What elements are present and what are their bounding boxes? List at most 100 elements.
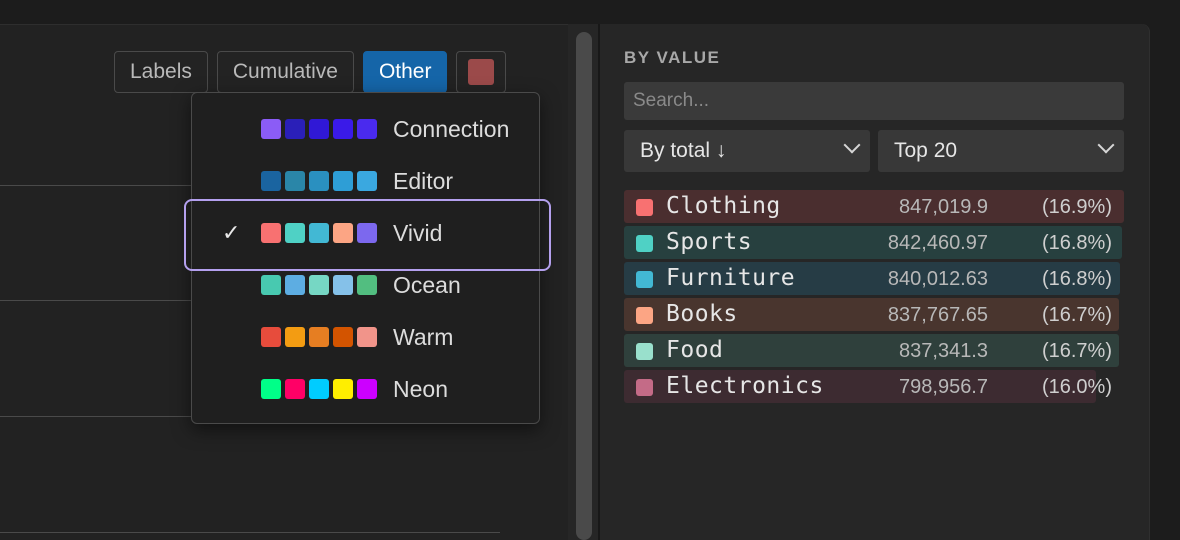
- chart-gridline: [0, 532, 500, 533]
- palette-option-label: Connection: [393, 115, 510, 142]
- color-swatch-icon: [309, 171, 329, 191]
- palette-option-vivid[interactable]: ✓ Vivid: [184, 199, 551, 271]
- palette-option-editor[interactable]: Editor: [192, 155, 539, 207]
- list-item-percent: (16.7%): [1041, 304, 1112, 326]
- limit-select-value: Top 20: [894, 139, 958, 162]
- list-item-value: 798,956.7: [899, 376, 988, 398]
- list-item-percent: (16.9%): [1041, 196, 1112, 218]
- color-swatch-icon: [261, 119, 281, 139]
- sort-select-value: By total ↓: [640, 139, 727, 162]
- palette-option-label: Neon: [393, 375, 448, 402]
- chart-gridline: [0, 416, 192, 417]
- list-item-value: 842,460.97: [887, 232, 988, 254]
- list-item-label: Electronics: [666, 373, 824, 399]
- list-item-value: 847,019.9: [899, 196, 988, 218]
- color-swatch-icon: [357, 327, 377, 347]
- color-swatch-icon: [309, 327, 329, 347]
- chart-gridline: [0, 185, 192, 186]
- color-swatch-icon: [261, 379, 281, 399]
- color-swatch-icon: [357, 275, 377, 295]
- list-item[interactable]: Sports 842,460.97 (16.8%): [624, 226, 1124, 259]
- list-item[interactable]: Clothing 847,019.9 (16.9%): [624, 190, 1124, 223]
- palette-swatches: [261, 327, 377, 347]
- color-swatch-icon: [333, 275, 353, 295]
- by-value-panel: BY VALUE By total ↓ Top 20 Clothing 847,0…: [600, 24, 1150, 540]
- check-icon: ✓: [222, 220, 241, 245]
- color-swatch-icon: [333, 379, 353, 399]
- list-item-percent: (16.8%): [1041, 232, 1112, 254]
- list-item-percent: (16.8%): [1041, 268, 1112, 290]
- chart-gridline: [0, 300, 192, 301]
- color-swatch-icon: [261, 275, 281, 295]
- color-swatch-icon: [261, 171, 281, 191]
- chevron-down-icon: [843, 136, 861, 154]
- color-swatch-icon: [261, 223, 281, 243]
- color-swatch-icon: [636, 271, 653, 288]
- color-swatch-icon: [333, 327, 353, 347]
- list-item-label: Food: [666, 337, 724, 363]
- palette-option-neon[interactable]: Neon: [192, 363, 539, 415]
- palette-option-label: Editor: [393, 167, 454, 194]
- color-swatch-icon: [285, 379, 305, 399]
- color-swatch-icon: [285, 223, 305, 243]
- list-item[interactable]: Furniture 840,012.63 (16.8%): [624, 262, 1124, 295]
- palette-option-ocean[interactable]: Ocean: [192, 259, 539, 311]
- color-swatch-icon: [357, 223, 377, 243]
- list-item-percent: (16.0%): [1041, 376, 1112, 398]
- color-swatch-icon: [285, 327, 305, 347]
- color-swatch-icon: [333, 223, 353, 243]
- color-swatch-icon: [309, 379, 329, 399]
- scrollbar-thumb[interactable]: [576, 32, 592, 540]
- color-swatch-icon: [285, 119, 305, 139]
- sort-select[interactable]: By total ↓: [624, 130, 870, 172]
- list-item[interactable]: Books 837,767.65 (16.7%): [624, 298, 1124, 331]
- color-swatch-icon: [285, 171, 305, 191]
- limit-select[interactable]: Top 20: [878, 130, 1124, 172]
- list-item[interactable]: Food 837,341.3 (16.7%): [624, 334, 1124, 367]
- color-swatch-icon: [333, 171, 353, 191]
- other-button[interactable]: Other: [362, 51, 448, 93]
- labels-button[interactable]: Labels: [114, 51, 208, 93]
- color-swatch-icon: [309, 275, 329, 295]
- palette-swatch-icon: [468, 59, 495, 85]
- list-item-value: 837,341.3: [899, 340, 988, 362]
- value-list: Clothing 847,019.9 (16.9%) Sports 842,460.9…: [624, 190, 1124, 406]
- palette-option-label: Vivid: [393, 219, 443, 246]
- list-item-value: 837,767.65: [887, 304, 988, 326]
- color-swatch-icon: [636, 235, 653, 252]
- palette-swatches: [261, 119, 377, 139]
- chevron-down-icon: [1097, 136, 1115, 154]
- list-item-label: Clothing: [666, 193, 781, 219]
- app-window: Labels Cumulative Other BY VALUE By tota…: [0, 0, 1180, 540]
- color-swatch-icon: [357, 171, 377, 191]
- list-item[interactable]: Electronics 798,956.7 (16.0%): [624, 370, 1124, 403]
- palette-option-warm[interactable]: Warm: [192, 311, 539, 363]
- search-input[interactable]: [624, 82, 1124, 120]
- palette-swatches: [261, 379, 377, 399]
- palette-button[interactable]: [456, 51, 507, 93]
- section-title: BY VALUE: [624, 48, 721, 67]
- palette-swatches: [261, 275, 377, 295]
- cumulative-button[interactable]: Cumulative: [216, 51, 354, 93]
- color-swatch-icon: [261, 327, 281, 347]
- color-swatch-icon: [636, 199, 653, 216]
- color-swatch-icon: [636, 343, 653, 360]
- list-item-value: 840,012.63: [887, 268, 988, 290]
- color-swatch-icon: [636, 307, 653, 324]
- palette-swatches: [261, 171, 377, 191]
- color-swatch-icon: [636, 379, 653, 396]
- color-swatch-icon: [357, 379, 377, 399]
- color-swatch-icon: [309, 223, 329, 243]
- palette-dropdown: Connection Editor ✓ Vivid Ocean Warm Neon: [184, 92, 551, 424]
- palette-option-connection[interactable]: Connection: [192, 103, 539, 155]
- color-swatch-icon: [285, 275, 305, 295]
- palette-swatches: [261, 223, 377, 243]
- list-item-label: Furniture: [666, 265, 796, 291]
- chart-toolbar: Labels Cumulative Other: [114, 51, 507, 93]
- color-swatch-icon: [333, 119, 353, 139]
- color-swatch-icon: [309, 119, 329, 139]
- color-swatch-icon: [357, 119, 377, 139]
- list-item-percent: (16.7%): [1041, 340, 1112, 362]
- palette-option-label: Warm: [393, 323, 454, 350]
- list-item-label: Sports: [666, 229, 753, 255]
